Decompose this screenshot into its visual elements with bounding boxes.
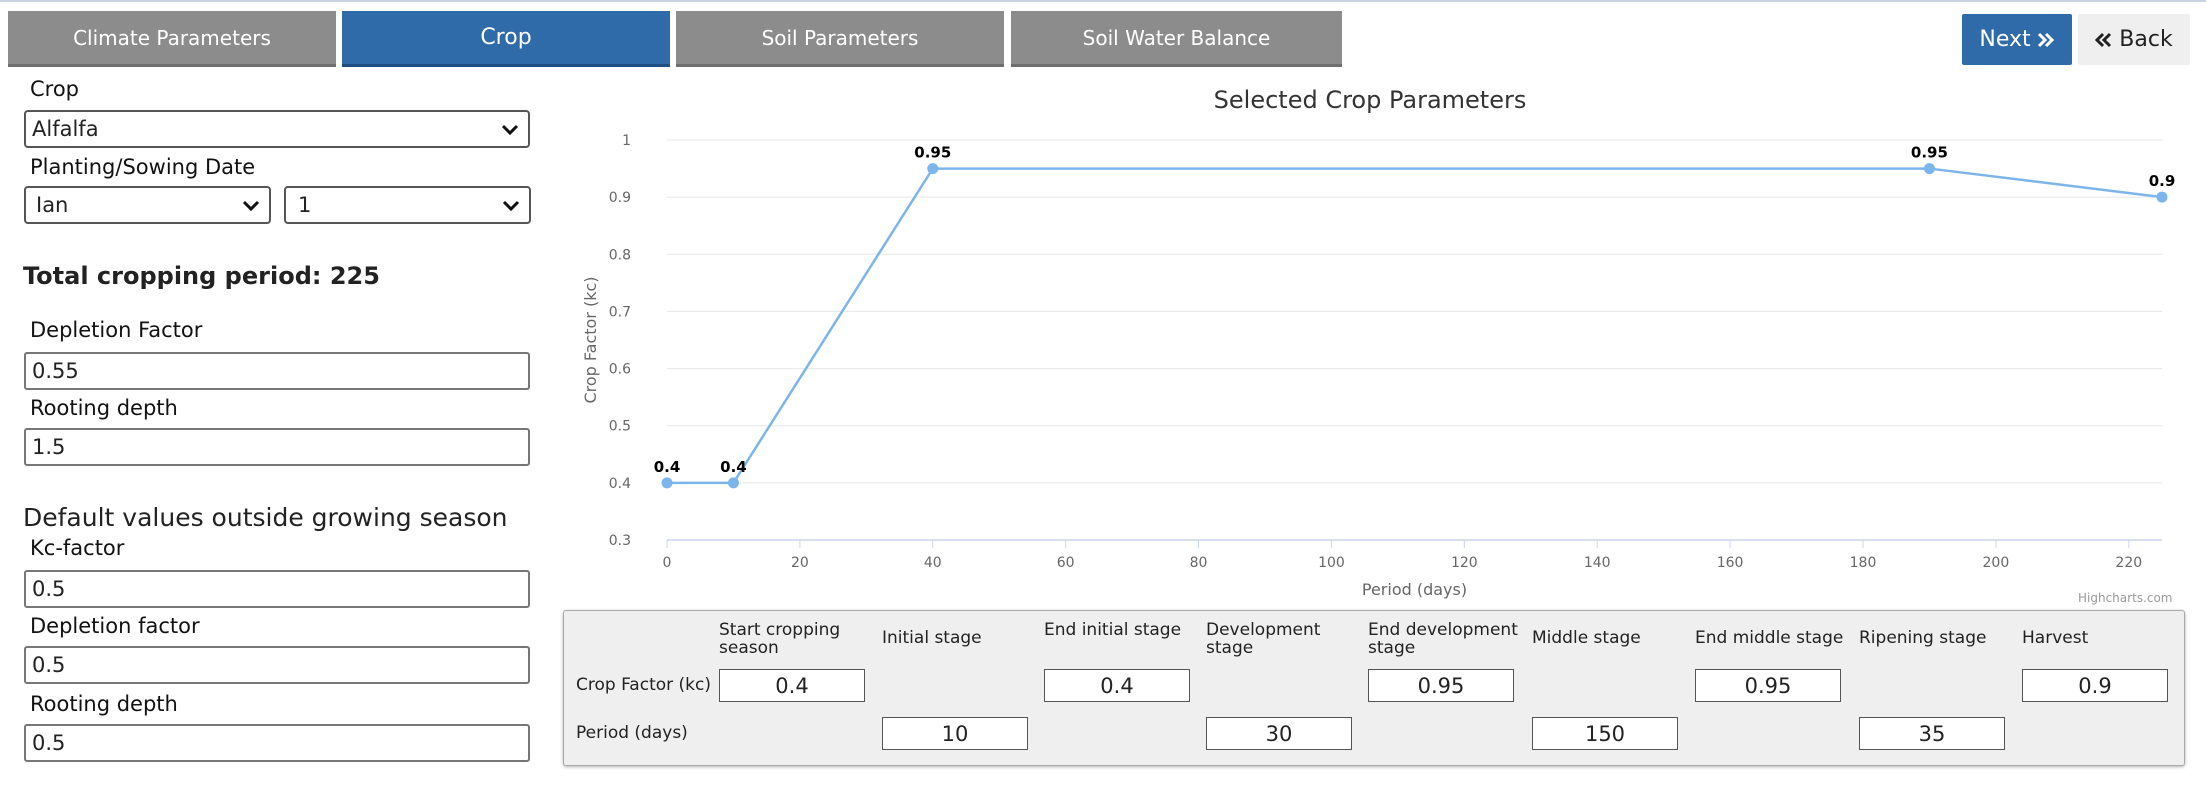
y-tick-label: 1 [622, 133, 631, 149]
data-point [727, 477, 739, 489]
y-axis-title: Crop Factor (kc) [581, 276, 600, 403]
table-cell-input[interactable]: 10 [882, 717, 1028, 750]
planting-month-select[interactable]: Ian [24, 186, 271, 224]
crop-select-value: Alfalfa [32, 117, 99, 141]
crop-select[interactable]: Alfalfa [24, 110, 530, 148]
chevron-down-icon [502, 200, 520, 212]
y-tick-label: 0.6 [609, 362, 631, 378]
table-cell-input[interactable]: 0.9 [2022, 669, 2168, 702]
chevron-down-icon [501, 124, 519, 136]
data-label: 0.95 [914, 144, 951, 162]
series-line [667, 167, 2163, 485]
column-header: End middle stage [1695, 628, 1844, 648]
table-cell-input[interactable]: 0.4 [719, 669, 865, 702]
double-chevron-left-icon [2095, 32, 2112, 47]
default-rooting-depth-label: Rooting depth [30, 692, 178, 716]
y-tick-label: 0.7 [609, 304, 631, 320]
planting-day-select[interactable]: 1 [284, 186, 531, 224]
next-label: Next [1979, 27, 2031, 52]
total-cropping-period: Total cropping period: 225 [23, 262, 380, 290]
depletion-factor-label: Depletion Factor [30, 318, 203, 342]
rooting-depth-input[interactable]: 1.5 [24, 428, 530, 466]
table-cell-input[interactable]: 30 [1206, 717, 1352, 750]
double-chevron-right-icon [2037, 32, 2054, 47]
table-cell-input[interactable]: 0.4 [1044, 669, 1190, 702]
data-point [2156, 191, 2168, 203]
x-tick-label: 180 [1850, 555, 1877, 571]
default-values-heading: Default values outside growing season [23, 503, 508, 532]
row-header: Period (days) [576, 723, 688, 743]
default-depletion-factor-label: Depletion factor [30, 614, 200, 638]
rooting-depth-label: Rooting depth [30, 396, 178, 420]
table-cell-input[interactable]: 150 [1532, 717, 1678, 750]
kc-factor-input[interactable]: 0.5 [24, 570, 530, 608]
y-tick-label: 0.4 [609, 476, 631, 492]
table-cell-input[interactable]: 0.95 [1695, 669, 1841, 702]
column-header: Harvest [2022, 628, 2089, 648]
crop-label: Crop [30, 77, 80, 101]
back-label: Back [2119, 27, 2173, 52]
chart-title: Selected Crop Parameters [1213, 86, 1527, 114]
default-rooting-depth-input[interactable]: 0.5 [24, 724, 530, 762]
row-header: Crop Factor (kc) [576, 675, 711, 695]
x-tick-label: 220 [2115, 555, 2142, 571]
x-tick-label: 60 [1057, 555, 1075, 571]
data-point [661, 477, 673, 489]
data-label: 0.4 [654, 458, 681, 476]
column-header: Development stage [1206, 620, 1321, 658]
x-tick-label: 200 [1983, 555, 2010, 571]
chevron-down-icon [242, 200, 260, 212]
back-button[interactable]: Back [2078, 14, 2190, 65]
crop-factor-chart: 0.3 0.4 0.5 0.6 0.7 0.8 0.9 1 0 20 40 60 80 100 120 140… [581, 133, 2176, 599]
y-tick-label: 0.8 [609, 247, 631, 263]
data-label: 0.9 [2149, 172, 2176, 190]
kc-factor-label: Kc-factor [30, 536, 125, 560]
x-tick-label: 160 [1717, 555, 1744, 571]
planting-day-value: 1 [298, 193, 312, 217]
column-header: Initial stage [882, 628, 982, 648]
chart-credits: Highcharts.com [2078, 591, 2173, 605]
x-tick-label: 100 [1318, 555, 1345, 571]
column-header: End development stage [1368, 620, 1518, 658]
tab-crop[interactable]: Crop [342, 11, 670, 67]
column-header: Ripening stage [1859, 628, 1987, 648]
x-tick-label: 20 [791, 555, 809, 571]
data-label: 0.95 [1911, 144, 1948, 162]
x-tick-label: 0 [663, 555, 672, 571]
x-axis-title: Period (days) [1362, 580, 1467, 599]
x-tick-label: 140 [1584, 555, 1611, 571]
y-tick-label: 0.5 [609, 419, 631, 435]
data-label: 0.4 [720, 458, 747, 476]
tab-climate-parameters[interactable]: Climate Parameters [8, 11, 336, 67]
y-tick-label: 0.9 [609, 190, 631, 206]
stage-parameters-panel: Start cropping season Initial stage End in… [563, 610, 2185, 766]
depletion-factor-input[interactable]: 0.55 [24, 352, 530, 390]
x-tick-label: 80 [1190, 555, 1208, 571]
default-depletion-factor-input[interactable]: 0.5 [24, 646, 530, 684]
x-tick-label: 120 [1451, 555, 1478, 571]
column-header: End initial stage [1044, 620, 1182, 640]
table-cell-input[interactable]: 35 [1859, 717, 2005, 750]
table-cell-input[interactable]: 0.95 [1368, 669, 1514, 702]
planting-date-label: Planting/Sowing Date [30, 155, 256, 179]
top-border [0, 0, 2206, 2]
planting-month-value: Ian [36, 193, 69, 217]
y-tick-label: 0.3 [609, 533, 631, 549]
data-point [927, 163, 939, 175]
x-tick-label: 40 [924, 555, 942, 571]
next-button[interactable]: Next [1962, 14, 2072, 65]
column-header: Start cropping season [719, 620, 841, 658]
data-point [1923, 163, 1935, 175]
tab-soil-water-balance[interactable]: Soil Water Balance [1011, 11, 1342, 67]
column-header: Middle stage [1532, 628, 1641, 648]
tab-soil-parameters[interactable]: Soil Parameters [676, 11, 1004, 67]
